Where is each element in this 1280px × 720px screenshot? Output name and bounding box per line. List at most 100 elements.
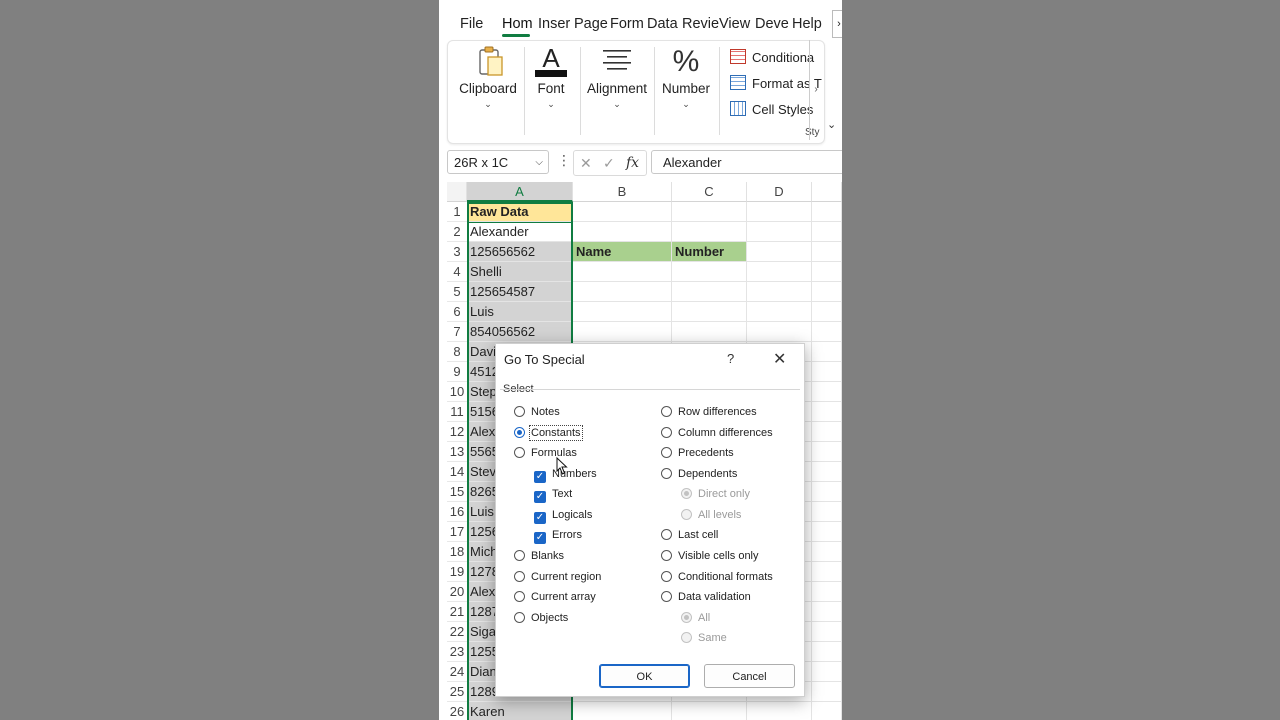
checkbox-errors-box[interactable]: ✓ — [534, 532, 546, 544]
row-header-13[interactable]: 13 — [447, 442, 467, 462]
checkbox-numbers-box[interactable]: ✓ — [534, 471, 546, 483]
cell-e18[interactable] — [812, 542, 842, 562]
option-last-cell[interactable]: Last cell — [661, 529, 718, 541]
cell-b5[interactable] — [573, 282, 672, 302]
cell-e13[interactable] — [812, 442, 842, 462]
cell-c26[interactable] — [672, 702, 747, 720]
radio-data-validation[interactable] — [661, 591, 672, 602]
cell-e23[interactable] — [812, 642, 842, 662]
cell-d7[interactable] — [747, 322, 812, 342]
option-constants[interactable]: Constants — [514, 425, 583, 441]
option-blanks[interactable]: Blanks — [514, 550, 564, 562]
tabs-overflow-button[interactable]: › — [832, 10, 842, 38]
radio-precedents[interactable] — [661, 447, 672, 458]
radio-dependents[interactable] — [661, 468, 672, 479]
cell-e3[interactable] — [812, 242, 842, 262]
option-conditional-formats[interactable]: Conditional formats — [661, 571, 773, 583]
row-header-26[interactable]: 26 — [447, 702, 467, 720]
ok-button[interactable]: OK — [599, 664, 690, 688]
cell-e22[interactable] — [812, 622, 842, 642]
tab-page-layout[interactable]: Page — [574, 16, 608, 32]
row-header-8[interactable]: 8 — [447, 342, 467, 362]
option-current-array[interactable]: Current array — [514, 591, 596, 603]
option-row-differences[interactable]: Row differences — [661, 406, 757, 418]
cell-b2[interactable] — [573, 222, 672, 242]
radio-current-region[interactable] — [514, 571, 525, 582]
row-header-4[interactable]: 4 — [447, 262, 467, 282]
checkbox-text[interactable]: ✓ Text — [534, 488, 572, 503]
cell-d6[interactable] — [747, 302, 812, 322]
cell-e9[interactable] — [812, 362, 842, 382]
cell-e17[interactable] — [812, 522, 842, 542]
cell-a2[interactable]: Alexander — [467, 222, 573, 242]
name-box[interactable]: 26R x 1C ⌵ — [447, 150, 549, 174]
radio-objects[interactable] — [514, 612, 525, 623]
tab-insert[interactable]: Inser — [538, 16, 570, 32]
confirm-icon[interactable]: ✓ — [603, 151, 615, 175]
tab-view[interactable]: View — [719, 16, 750, 32]
cell-c1[interactable] — [672, 202, 747, 222]
checkbox-logicals-box[interactable]: ✓ — [534, 512, 546, 524]
row-header-23[interactable]: 23 — [447, 642, 467, 662]
option-data-validation[interactable]: Data validation — [661, 591, 751, 603]
row-header-18[interactable]: 18 — [447, 542, 467, 562]
cell-e15[interactable] — [812, 482, 842, 502]
row-header-24[interactable]: 24 — [447, 662, 467, 682]
cell-e16[interactable] — [812, 502, 842, 522]
cell-e1[interactable] — [812, 202, 842, 222]
cell-d1[interactable] — [747, 202, 812, 222]
cell-a5[interactable]: 125654587 — [467, 282, 573, 302]
row-header-5[interactable]: 5 — [447, 282, 467, 302]
cell-e6[interactable] — [812, 302, 842, 322]
row-header-6[interactable]: 6 — [447, 302, 467, 322]
cell-e12[interactable] — [812, 422, 842, 442]
radio-constants[interactable] — [514, 427, 525, 438]
tab-file[interactable]: File — [460, 16, 483, 32]
cell-b3[interactable]: Name — [573, 242, 672, 262]
cell-d26[interactable] — [747, 702, 812, 720]
font-group[interactable]: A Font ⌄ — [528, 41, 574, 141]
cell-e26[interactable] — [812, 702, 842, 720]
formula-input[interactable]: Alexander — [651, 150, 842, 174]
insert-function-icon[interactable]: fx — [626, 151, 639, 175]
cell-a3[interactable]: 125656562 — [467, 242, 573, 262]
column-header-d[interactable]: D — [747, 182, 812, 202]
tab-formulas[interactable]: Form — [610, 16, 644, 32]
column-header-c[interactable]: C — [672, 182, 747, 202]
cell-b7[interactable] — [573, 322, 672, 342]
tab-help[interactable]: Help — [792, 16, 822, 32]
row-header-22[interactable]: 22 — [447, 622, 467, 642]
option-current-region[interactable]: Current region — [514, 571, 601, 583]
column-header-e[interactable] — [812, 182, 842, 202]
cell-b4[interactable] — [573, 262, 672, 282]
cell-e5[interactable] — [812, 282, 842, 302]
column-header-a[interactable]: A — [467, 182, 573, 202]
cell-e25[interactable] — [812, 682, 842, 702]
cell-e2[interactable] — [812, 222, 842, 242]
cell-d5[interactable] — [747, 282, 812, 302]
checkbox-logicals[interactable]: ✓ Logicals — [534, 509, 592, 524]
chevron-down-icon[interactable]: ⌵ — [535, 151, 543, 175]
option-precedents[interactable]: Precedents — [661, 447, 734, 459]
cell-a7[interactable]: 854056562 — [467, 322, 573, 342]
option-objects[interactable]: Objects — [514, 612, 568, 624]
row-header-16[interactable]: 16 — [447, 502, 467, 522]
cell-c4[interactable] — [672, 262, 747, 282]
tab-developer[interactable]: Deve — [755, 16, 789, 32]
radio-visible-cells-only[interactable] — [661, 550, 672, 561]
cell-a4[interactable]: Shelli — [467, 262, 573, 282]
cell-e19[interactable] — [812, 562, 842, 582]
cell-d3[interactable] — [747, 242, 812, 262]
row-header-21[interactable]: 21 — [447, 602, 467, 622]
cell-e7[interactable] — [812, 322, 842, 342]
row-header-12[interactable]: 12 — [447, 422, 467, 442]
radio-current-array[interactable] — [514, 591, 525, 602]
cell-c2[interactable] — [672, 222, 747, 242]
row-header-20[interactable]: 20 — [447, 582, 467, 602]
radio-column-differences[interactable] — [661, 427, 672, 438]
row-header-19[interactable]: 19 — [447, 562, 467, 582]
cell-d4[interactable] — [747, 262, 812, 282]
cell-e8[interactable] — [812, 342, 842, 362]
row-header-14[interactable]: 14 — [447, 462, 467, 482]
row-header-3[interactable]: 3 — [447, 242, 467, 262]
